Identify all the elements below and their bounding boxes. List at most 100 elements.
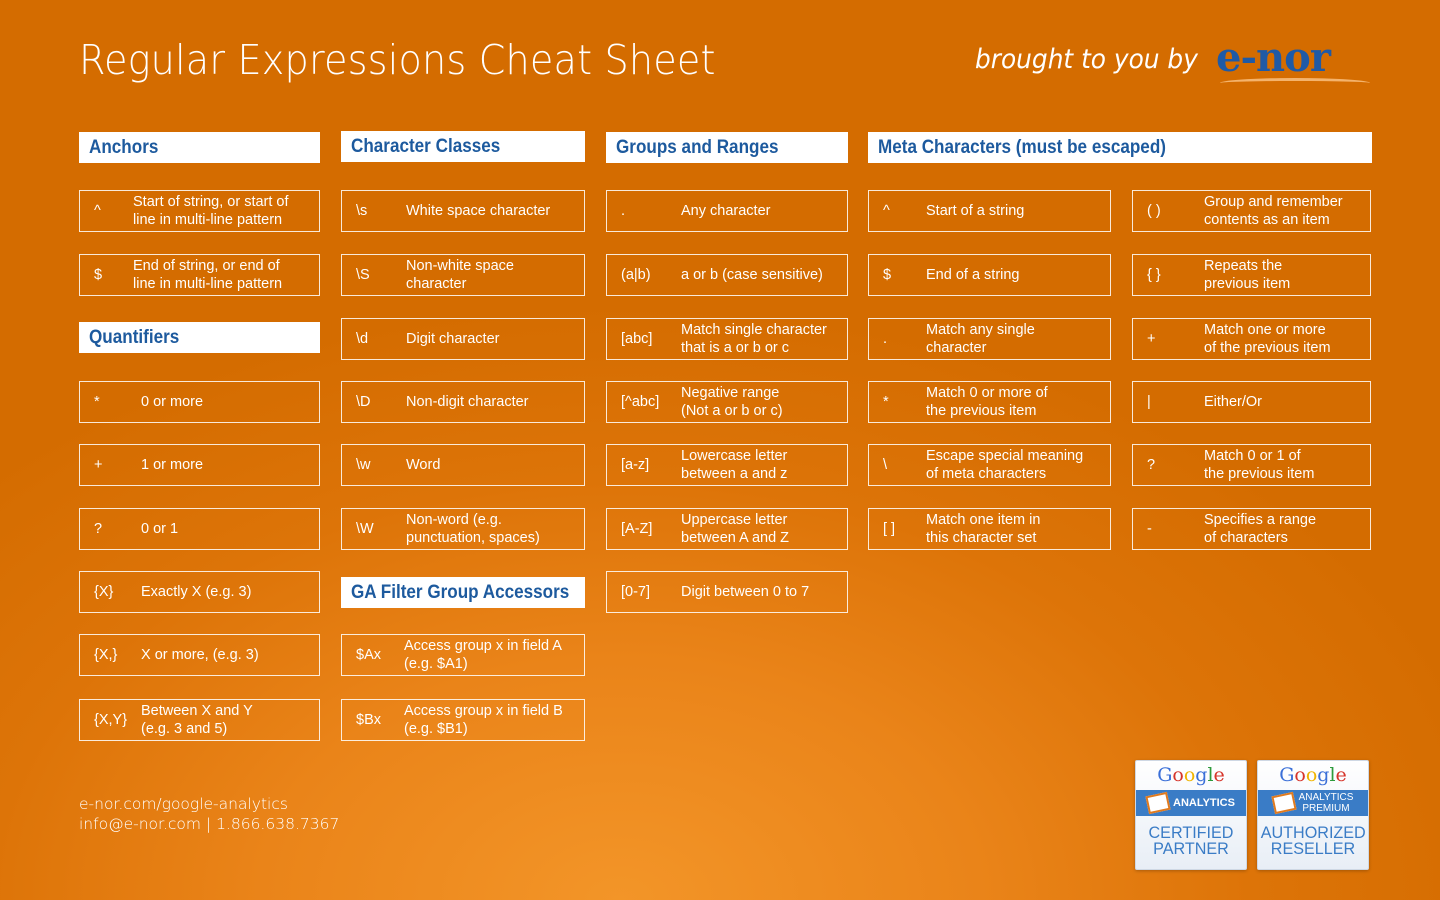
entry-description: Match one item in this character set — [926, 512, 1041, 546]
groups-ranges-entry: [a-z] Lowercase letter between a and z — [606, 444, 848, 486]
entry-description: Repeats the previous item — [1204, 258, 1291, 292]
analytics-chart-icon — [1270, 791, 1297, 815]
quantifier-entry: {X} Exactly X (e.g. 3) — [79, 571, 320, 613]
entry-symbol: { } — [1147, 267, 1161, 283]
entry-symbol: \ — [883, 457, 888, 473]
entry-description: Negative range (Not a or b or c) — [681, 385, 783, 419]
analytics-premium-band: ANALYTICS PREMIUM — [1258, 790, 1368, 816]
quantifier-entry: +1 or more — [79, 444, 320, 486]
groups-ranges-entry: [A-Z] Uppercase letter between A and Z — [606, 508, 848, 550]
section-header-meta-characters: Meta Characters (must be escaped) — [868, 132, 1372, 163]
entry-symbol: ? — [1147, 457, 1156, 473]
section-header-groups-ranges: Groups and Ranges — [606, 132, 848, 163]
entry-description: Start of string, or start of line in mul… — [133, 194, 289, 228]
entry-description: Match one or more of the previous item — [1204, 322, 1331, 356]
entry-symbol: {X,} — [94, 647, 118, 663]
logo-text: e-nor — [1216, 34, 1331, 81]
entry-description: Exactly X (e.g. 3) — [141, 584, 252, 600]
entry-symbol: $Ax — [356, 647, 381, 663]
entry-description: Match 0 or 1 of the previous item — [1204, 448, 1315, 482]
quantifier-entry: {X,} X or more, (e.g. 3) — [79, 634, 320, 676]
entry-symbol: [^abc] — [621, 394, 660, 410]
entry-symbol: {X} — [94, 584, 114, 600]
meta-entry: { } Repeats the previous item — [1132, 254, 1371, 296]
entry-description: Between X and Y (e.g. 3 and 5) — [141, 703, 253, 737]
entry-symbol: . — [883, 331, 888, 347]
entry-symbol: \s — [356, 203, 368, 219]
entry-symbol: $Bx — [356, 712, 381, 728]
meta-entry: - Specifies a range of characters — [1132, 508, 1371, 550]
entry-symbol: * — [94, 394, 100, 410]
e-nor-logo[interactable]: e-nor — [1216, 36, 1376, 92]
character-class-entry: \D Non-digit character — [341, 381, 585, 423]
entry-symbol: (a|b) — [621, 267, 651, 283]
entry-symbol: \w — [356, 457, 371, 473]
entry-description: Either/Or — [1204, 394, 1263, 410]
groups-ranges-entry: [abc] Match single character that is a or… — [606, 318, 848, 360]
logo-swoosh-icon — [1220, 78, 1370, 88]
entry-symbol: + — [94, 457, 103, 473]
character-class-entry: \W Non-word (e.g. punctuation, spaces) — [341, 508, 585, 550]
entry-description: Match any single character — [926, 322, 1035, 356]
character-class-entry: \S Non-white space character — [341, 254, 585, 296]
entry-symbol: . — [621, 203, 626, 219]
groups-ranges-entry: [^abc] Negative range (Not a or b or c) — [606, 381, 848, 423]
entry-symbol: ^ — [883, 203, 890, 219]
entry-description: Non-white space character — [406, 258, 514, 292]
ga-filter-entry: $Ax Access group x in field A (e.g. $A1) — [341, 634, 585, 676]
section-header-quantifiers: Quantifiers — [79, 322, 320, 353]
entry-symbol: $ — [883, 267, 892, 283]
entry-description: End of a string — [926, 267, 1020, 283]
footer-contact: info@e-nor.com | 1.866.638.7367 — [79, 815, 340, 833]
entry-description: Access group x in field A (e.g. $A1) — [404, 638, 562, 672]
meta-entry: + Match one or more of the previous item — [1132, 318, 1371, 360]
entry-description: Non-word (e.g. punctuation, spaces) — [406, 512, 540, 546]
anchor-entry: ^ Start of string, or start of line in mu… — [79, 190, 320, 232]
analytics-band: ANALYTICS — [1136, 790, 1246, 816]
google-logo: Google — [1279, 764, 1347, 786]
section-header-anchors: Anchors — [79, 132, 320, 163]
entry-description: Match single character that is a or b or… — [681, 322, 827, 356]
character-class-entry: \s White space character — [341, 190, 585, 232]
anchor-entry: $ End of string, or end of line in multi-… — [79, 254, 320, 296]
entry-symbol: $ — [94, 267, 103, 283]
google-logo: Google — [1157, 764, 1225, 786]
meta-entry: $ End of a string — [868, 254, 1111, 296]
analytics-chart-icon — [1145, 791, 1171, 815]
entry-description: Access group x in field B (e.g. $B1) — [404, 703, 563, 737]
entry-description: Digit character — [406, 331, 500, 347]
footer: e-nor.com/google-analytics info@e-nor.co… — [79, 794, 339, 834]
page-title: Regular Expressions Cheat Sheet — [79, 36, 716, 84]
meta-entry: ? Match 0 or 1 of the previous item — [1132, 444, 1371, 486]
section-header-character-classes: Character Classes — [341, 131, 585, 162]
entry-description: Escape special meaning of meta character… — [926, 448, 1084, 482]
entry-description: Word — [406, 457, 441, 473]
entry-description: Non-digit character — [406, 394, 529, 410]
entry-description: Any character — [681, 203, 771, 219]
entry-symbol: \S — [356, 267, 370, 283]
entry-symbol: - — [1147, 521, 1152, 537]
meta-entry: . Match any single character — [868, 318, 1111, 360]
entry-symbol: ? — [94, 521, 103, 537]
entry-symbol: \d — [356, 331, 369, 347]
footer-website[interactable]: e-nor.com/google-analytics — [79, 794, 339, 814]
quantifier-entry: * 0 or more — [79, 381, 320, 423]
groups-ranges-entry: . Any character — [606, 190, 848, 232]
entry-symbol: ( ) — [1147, 203, 1161, 219]
entry-symbol: | — [1147, 394, 1151, 410]
character-class-entry: \d Digit character — [341, 318, 585, 360]
entry-description: Start of a string — [926, 203, 1025, 219]
brought-to-you-by: brought to you by — [975, 44, 1198, 75]
entry-description: Specifies a range of characters — [1204, 512, 1317, 546]
meta-entry: ^ Start of a string — [868, 190, 1111, 232]
entry-symbol: [abc] — [621, 331, 653, 347]
badge-certified-partner: Google ANALYTICS CERTIFIED PARTNER — [1135, 760, 1247, 870]
entry-symbol: \W — [356, 521, 374, 537]
entry-symbol: [0-7] — [621, 584, 651, 600]
entry-symbol: {X,Y} — [94, 712, 128, 728]
entry-symbol: [A-Z] — [621, 521, 653, 537]
entry-symbol: ^ — [94, 203, 101, 219]
entry-description: 1 or more — [141, 457, 204, 473]
entry-symbol: * — [883, 394, 889, 410]
badge-text: CERTIFIED PARTNER — [1148, 823, 1234, 858]
